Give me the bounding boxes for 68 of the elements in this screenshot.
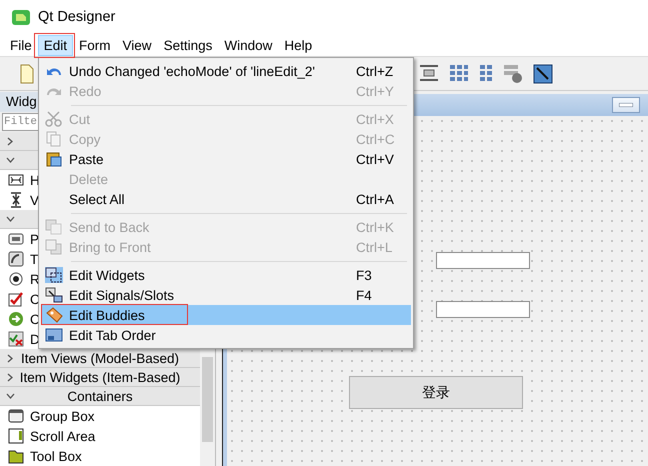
widget-label[interactable]: T: [30, 252, 38, 266]
copy-icon: [46, 131, 62, 147]
menu-bar-item[interactable]: Window: [218, 34, 278, 56]
menu-item[interactable]: Undo Changed 'echoMode' of 'lineEdit_2' Ctrl+Z: [41, 61, 411, 81]
category-label: Item Views (Model-Based): [20, 350, 180, 366]
tab-order-icon: [45, 327, 63, 343]
menu-item[interactable]: Paste Ctrl+V: [41, 149, 411, 169]
shortcut-text: Ctrl+V: [356, 152, 395, 166]
file-icon: [20, 64, 34, 84]
vertical-spacer-icon: [8, 192, 24, 208]
send-back-icon: [45, 219, 63, 235]
scroll-thumb[interactable]: [202, 357, 213, 442]
chevron-icon: [6, 215, 15, 224]
shortcut-text: Ctrl+C: [356, 132, 396, 146]
menu-bar-item[interactable]: View: [116, 34, 158, 56]
widget-label[interactable]: V: [30, 192, 40, 208]
shortcut-text: F4: [356, 288, 373, 302]
chevron-icon: [6, 373, 15, 382]
chevron-icon: [6, 354, 15, 363]
menu-item[interactable]: Select All Ctrl+A: [41, 189, 411, 209]
chevron-icon: [6, 156, 15, 165]
shortcut-text: Ctrl+Y: [356, 84, 395, 98]
shortcut-text: Ctrl+Z: [356, 64, 394, 78]
shortcut-text: Ctrl+K: [356, 220, 395, 234]
minimize-button[interactable]: [612, 97, 640, 113]
menu-item[interactable]: Edit Buddies: [41, 305, 411, 325]
distribute-icon: [419, 64, 439, 82]
menu-bar-item[interactable]: Settings: [158, 34, 218, 56]
folder-icon: [8, 448, 24, 464]
chevron-icon: [6, 392, 15, 401]
push-button-icon: [8, 231, 24, 247]
group-box-icon: [8, 408, 24, 424]
login-button[interactable]: 登录: [349, 376, 523, 409]
adjust-size-icon: [533, 64, 553, 84]
menu-bar-item[interactable]: Edit: [38, 34, 74, 56]
tag-icon: [45, 307, 63, 323]
category-header[interactable]: Containers: [0, 387, 200, 406]
shortcut-text: F3: [356, 268, 373, 282]
shortcut-text: Ctrl+A: [356, 192, 395, 206]
menu-item[interactable]: Edit Signals/Slots F4: [41, 285, 411, 305]
category-header[interactable]: Item Views (Model-Based): [0, 349, 200, 368]
grid-layout-icon: [449, 64, 469, 82]
menu-bar-item[interactable]: File: [4, 34, 38, 56]
menu-bar-item[interactable]: Form: [73, 34, 117, 56]
paste-icon: [46, 151, 62, 167]
tool-button-icon: [8, 251, 24, 267]
form-layout-icon: [503, 64, 523, 84]
menu-bar-item[interactable]: Help: [278, 34, 318, 56]
shortcut-text: Ctrl+X: [356, 112, 395, 126]
category-label: Item Widgets (Item-Based): [20, 370, 180, 384]
window-title: Qt Designer: [38, 9, 116, 25]
minimize-icon: [619, 103, 633, 107]
menu-item[interactable]: Edit Tab Order: [41, 325, 411, 345]
chevron-icon: [6, 137, 15, 146]
shortcut-text: Ctrl+L: [356, 240, 394, 254]
line-edit[interactable]: [436, 252, 530, 269]
widget-label[interactable]: P: [30, 232, 40, 246]
menu-item[interactable]: Edit Widgets F3: [41, 265, 411, 285]
category-label: Containers: [67, 388, 133, 404]
small-grid-icon: [479, 64, 493, 82]
category-header[interactable]: Item Widgets (Item-Based): [0, 368, 200, 387]
app-logo-icon: [12, 10, 30, 24]
line-edit[interactable]: [436, 301, 530, 318]
signal-slot-icon: [45, 287, 63, 303]
bring-front-icon: [45, 239, 63, 255]
widget-label[interactable]: Tool Box: [30, 448, 82, 464]
scissors-icon: [45, 111, 63, 127]
button-box-icon: [8, 331, 24, 347]
